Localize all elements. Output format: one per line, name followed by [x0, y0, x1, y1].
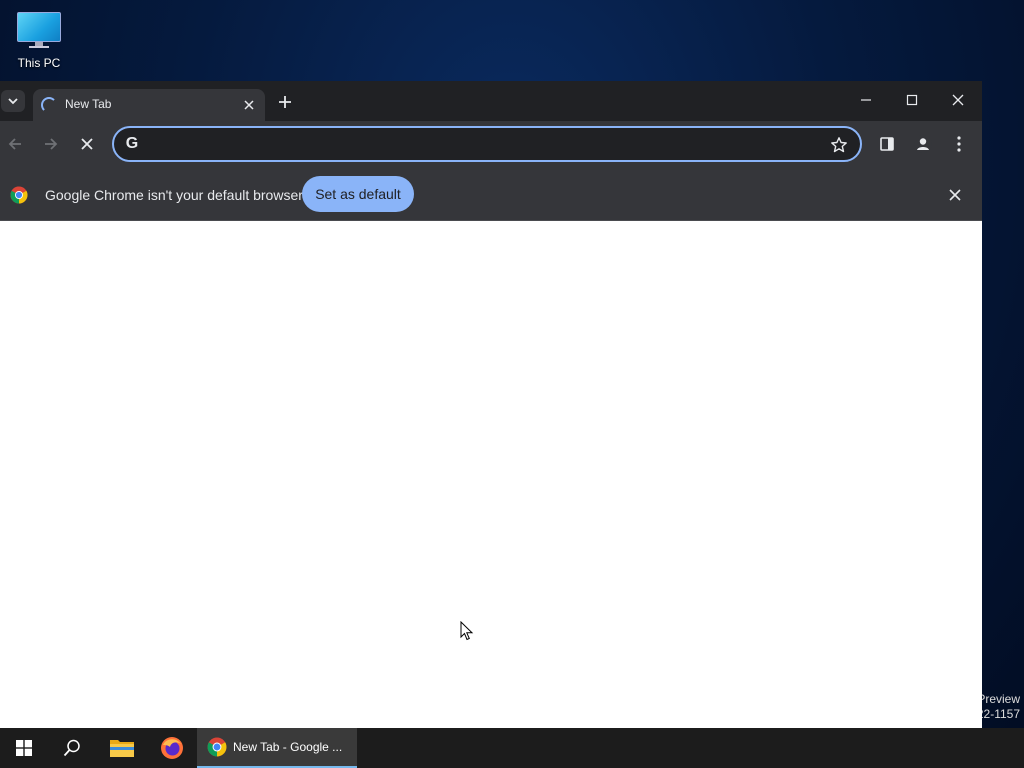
toolbar: G [0, 121, 982, 167]
os-watermark: Preview 22-1157 [977, 692, 1020, 722]
back-button[interactable] [1, 130, 29, 158]
search-icon [63, 739, 80, 757]
loading-spinner-icon [41, 97, 57, 113]
window-close-button[interactable] [935, 85, 981, 115]
maximize-icon [906, 94, 918, 106]
close-icon [952, 94, 964, 106]
close-icon [81, 138, 93, 150]
arrow-left-icon [8, 138, 21, 150]
taskbar-window-title: New Tab - Google ... [233, 740, 343, 754]
close-icon [244, 100, 254, 110]
taskbar: New Tab - Google ... [0, 728, 1024, 768]
chevron-down-icon [8, 98, 18, 105]
computer-icon [17, 12, 61, 48]
profile-button[interactable] [909, 130, 937, 158]
more-vert-icon [957, 136, 961, 152]
chrome-icon [207, 737, 227, 757]
chrome-window: New Tab G Google Chrome isn't your defau… [0, 81, 982, 728]
close-icon [949, 189, 961, 201]
forward-button[interactable] [37, 130, 65, 158]
taskbar-file-explorer[interactable] [98, 728, 146, 768]
chrome-icon [10, 186, 28, 204]
desktop-icon-this-pc[interactable]: This PC [10, 8, 68, 70]
star-icon [831, 137, 847, 153]
watermark-line-1: Preview [977, 692, 1020, 706]
minimize-button[interactable] [843, 85, 889, 115]
taskbar-firefox[interactable] [148, 728, 196, 768]
bookmark-star-button[interactable] [828, 134, 850, 156]
new-tab-button[interactable] [274, 91, 296, 113]
tab-title: New Tab [65, 97, 112, 111]
stop-loading-button[interactable] [73, 130, 101, 158]
plus-icon [279, 96, 291, 108]
infobar-close-button[interactable] [945, 185, 965, 205]
address-bar[interactable]: G [112, 126, 862, 162]
title-bar: New Tab [0, 81, 982, 121]
maximize-button[interactable] [889, 85, 935, 115]
infobar-message: Google Chrome isn't your default browser [45, 187, 303, 203]
watermark-line-2: 22-1157 [976, 707, 1020, 721]
default-browser-infobar: Google Chrome isn't your default browser… [0, 167, 982, 221]
taskbar-search-button[interactable] [48, 728, 96, 768]
chrome-menu-button[interactable] [945, 130, 973, 158]
windows-start-icon [16, 740, 32, 756]
desktop-icon-label: This PC [17, 56, 61, 70]
taskbar-chrome-window[interactable]: New Tab - Google ... [197, 728, 357, 768]
minimize-icon [861, 99, 871, 101]
page-content[interactable] [0, 222, 982, 728]
profile-icon [914, 135, 932, 153]
google-g-icon: G [125, 135, 139, 152]
arrow-right-icon [45, 138, 58, 150]
side-panel-icon [880, 137, 894, 151]
tab-new-tab[interactable]: New Tab [33, 89, 265, 121]
tab-search-button[interactable] [1, 90, 25, 112]
address-input[interactable] [150, 132, 810, 156]
tab-close-button[interactable] [241, 97, 257, 113]
file-explorer-icon [110, 740, 134, 757]
set-as-default-button[interactable]: Set as default [302, 176, 414, 212]
start-button[interactable] [0, 728, 48, 768]
mouse-cursor-icon [460, 621, 474, 641]
side-panel-button[interactable] [873, 130, 901, 158]
firefox-icon [161, 737, 183, 759]
